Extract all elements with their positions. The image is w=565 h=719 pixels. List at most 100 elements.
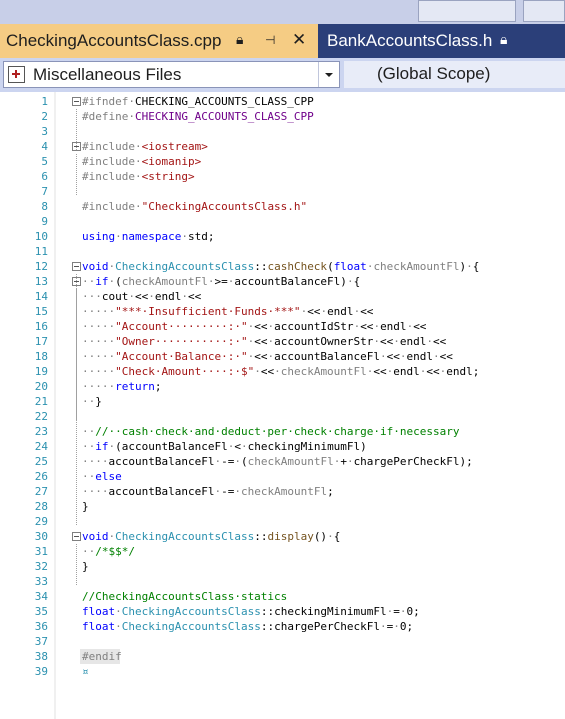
code-token: · bbox=[148, 290, 155, 303]
code-line[interactable]: 18 ·····"Account·Balance·:·"·<<·accountBa… bbox=[0, 349, 565, 364]
code-token: · bbox=[128, 110, 135, 123]
code-line[interactable]: 19 ·····"Check·Amount····:·$"·<<·checkAmo… bbox=[0, 364, 565, 379]
code-token: = bbox=[393, 605, 400, 618]
code-token: namespace bbox=[121, 230, 182, 243]
line-number: 27 bbox=[34, 485, 48, 498]
code-token: checkAmountFl bbox=[373, 260, 460, 273]
code-line[interactable]: 14 ···cout·<<·endl·<< bbox=[0, 289, 565, 304]
code-text: #ifndef·CHECKING_ACCOUNTS_CLASS_CPP bbox=[82, 94, 314, 109]
code-text: float·CheckingAccountsClass::checkingMin… bbox=[82, 604, 420, 619]
code-token: ·· bbox=[82, 275, 96, 288]
code-text: ·····"Owner···········:·"·<<·accountOwne… bbox=[82, 334, 446, 349]
code-token: ····· bbox=[82, 365, 116, 378]
toolbar-field[interactable] bbox=[418, 0, 516, 22]
code-line[interactable]: 26 ··else bbox=[0, 469, 565, 484]
code-line[interactable]: 11 bbox=[0, 244, 565, 259]
code-token: if bbox=[95, 275, 109, 288]
code-line[interactable]: 29 bbox=[0, 514, 565, 529]
code-line[interactable]: 30 void·CheckingAccountsClass::display()·… bbox=[0, 529, 565, 544]
collapse-icon[interactable] bbox=[72, 262, 81, 271]
code-token: << bbox=[426, 365, 440, 378]
code-line[interactable]: 32} bbox=[0, 559, 565, 574]
code-token: · bbox=[327, 530, 334, 543]
code-token: :: bbox=[254, 260, 268, 273]
code-token: << bbox=[254, 350, 268, 363]
code-token: << bbox=[373, 365, 387, 378]
line-number: 7 bbox=[41, 185, 48, 198]
code-line[interactable]: 2 #define·CHECKING_ACCOUNTS_CLASS_CPP bbox=[0, 109, 565, 124]
code-line[interactable]: 39 ¤ bbox=[0, 664, 565, 679]
code-text: ··} bbox=[82, 394, 102, 409]
code-text: #include·"CheckingAccountsClass.h" bbox=[82, 199, 307, 214]
code-token: ····· bbox=[82, 320, 116, 333]
code-line[interactable]: 35 float·CheckingAccountsClass::checkingM… bbox=[0, 604, 565, 619]
line-number: 38 bbox=[34, 650, 48, 663]
code-token: · bbox=[433, 350, 440, 363]
code-line[interactable]: 7 bbox=[0, 184, 565, 199]
code-line[interactable]: 21 ··} bbox=[0, 394, 565, 409]
code-token: checkAmountFl bbox=[121, 275, 208, 288]
code-token: { bbox=[333, 530, 341, 543]
code-line[interactable]: 6 #include·<string> bbox=[0, 169, 565, 184]
code-line[interactable]: 13 ··if·(checkAmountFl·>=·accountBalanceF… bbox=[0, 274, 565, 289]
code-line[interactable]: 8 #include·"CheckingAccountsClass.h" bbox=[0, 199, 565, 214]
pin-icon[interactable]: ⊣ bbox=[265, 33, 275, 47]
code-token: + bbox=[340, 455, 347, 468]
line-number: 12 bbox=[34, 260, 48, 273]
code-token: CheckingAccountsClass bbox=[115, 260, 255, 273]
code-token: · bbox=[274, 365, 281, 378]
code-token: <string> bbox=[141, 170, 195, 183]
lock-icon: 🔒︎ bbox=[500, 32, 508, 48]
code-line[interactable]: 28} bbox=[0, 499, 565, 514]
code-line[interactable]: 9 bbox=[0, 214, 565, 229]
code-line[interactable]: 33 bbox=[0, 574, 565, 589]
code-line[interactable]: 15 ·····"***·Insufficient·Funds·***"·<<·e… bbox=[0, 304, 565, 319]
code-token: ; bbox=[327, 485, 334, 498]
code-token: void bbox=[82, 530, 109, 543]
line-number: 13 bbox=[34, 275, 48, 288]
code-line[interactable]: 25 ····accountBalanceFl·-=·(checkAmountFl… bbox=[0, 454, 565, 469]
code-line[interactable]: 23 ··//··cash·check·and·deduct·per·check·… bbox=[0, 424, 565, 439]
chevron-down-icon[interactable] bbox=[318, 62, 339, 87]
code-token: #ifndef bbox=[82, 95, 129, 108]
code-line[interactable]: 12 void · CheckingAccountsClass::cashCheck(… bbox=[0, 259, 565, 274]
code-line[interactable]: 3 bbox=[0, 124, 565, 139]
collapse-icon[interactable] bbox=[72, 532, 81, 541]
code-line[interactable]: 10 using·namespace·std; bbox=[0, 229, 565, 244]
outlining-guide bbox=[76, 289, 78, 420]
toolbar-field-2[interactable] bbox=[523, 0, 565, 22]
code-text: ··//··cash·check·and·deduct·per·check·ch… bbox=[82, 424, 460, 439]
code-line[interactable]: 17 ·····"Owner···········:·"·<<·accountOw… bbox=[0, 334, 565, 349]
line-number: 25 bbox=[34, 455, 48, 468]
scope-dropdown[interactable]: (Global Scope) bbox=[344, 61, 565, 88]
code-text: ·····"Account·········:·"·<<·accountIdSt… bbox=[82, 319, 426, 334]
line-number: 20 bbox=[34, 380, 48, 393]
code-line[interactable]: 1 #ifndef·CHECKING_ACCOUNTS_CLASS_CPP bbox=[0, 94, 565, 109]
code-token: ····· bbox=[82, 380, 116, 393]
code-token: checkAmountFl bbox=[280, 365, 367, 378]
code-line[interactable]: 20 ·····return; bbox=[0, 379, 565, 394]
code-line[interactable]: 34 //CheckingAccountsClass·statics bbox=[0, 589, 565, 604]
code-text: } bbox=[82, 559, 89, 574]
code-text: void · CheckingAccountsClass::cashCheck(fl… bbox=[82, 259, 479, 274]
code-editor[interactable]: 1 #ifndef·CHECKING_ACCOUNTS_CLASS_CPP 2 #de… bbox=[0, 92, 565, 719]
code-line[interactable]: 24 ··if·(accountBalanceFl·<·checkingMinim… bbox=[0, 439, 565, 454]
code-line[interactable]: 38 #endif bbox=[0, 649, 565, 664]
code-line[interactable]: 22 bbox=[0, 409, 565, 424]
code-line[interactable]: 31 ··/*$$*/ bbox=[0, 544, 565, 559]
tab-checkingaccountsclass-cpp[interactable]: CheckingAccountsClass.cpp 🔒︎ ⊣ ✕ bbox=[0, 24, 318, 58]
close-icon[interactable]: ✕ bbox=[292, 30, 306, 50]
tab-bankaccountsclass-h[interactable]: BankAccountsClass.h 🔒︎ bbox=[318, 24, 565, 58]
collapse-icon[interactable] bbox=[72, 97, 81, 106]
code-line[interactable]: 16 ·····"Account·········:·"·<<·accountId… bbox=[0, 319, 565, 334]
code-line[interactable]: 37 bbox=[0, 634, 565, 649]
code-token: accountBalanceFl) bbox=[234, 275, 347, 288]
code-line[interactable]: 36 float·CheckingAccountsClass::chargePer… bbox=[0, 619, 565, 634]
line-number: 21 bbox=[34, 395, 48, 408]
code-line[interactable]: 5 #include·<iomanip> bbox=[0, 154, 565, 169]
project-dropdown[interactable]: Miscellaneous Files bbox=[3, 61, 340, 88]
code-line[interactable]: 27 ····accountBalanceFl·-=·checkAmountFl; bbox=[0, 484, 565, 499]
code-text: #include·<iostream> bbox=[82, 139, 208, 154]
code-token: ··· bbox=[82, 290, 102, 303]
code-line[interactable]: 4 #include·<iostream> bbox=[0, 139, 565, 154]
